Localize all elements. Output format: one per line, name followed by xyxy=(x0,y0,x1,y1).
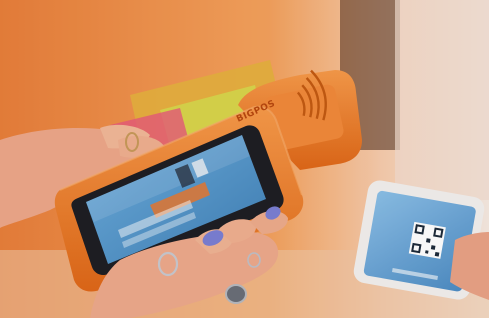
photo-scene: BIGPOS xyxy=(0,0,489,318)
payment-terminal-photo: BIGPOS xyxy=(0,0,489,318)
